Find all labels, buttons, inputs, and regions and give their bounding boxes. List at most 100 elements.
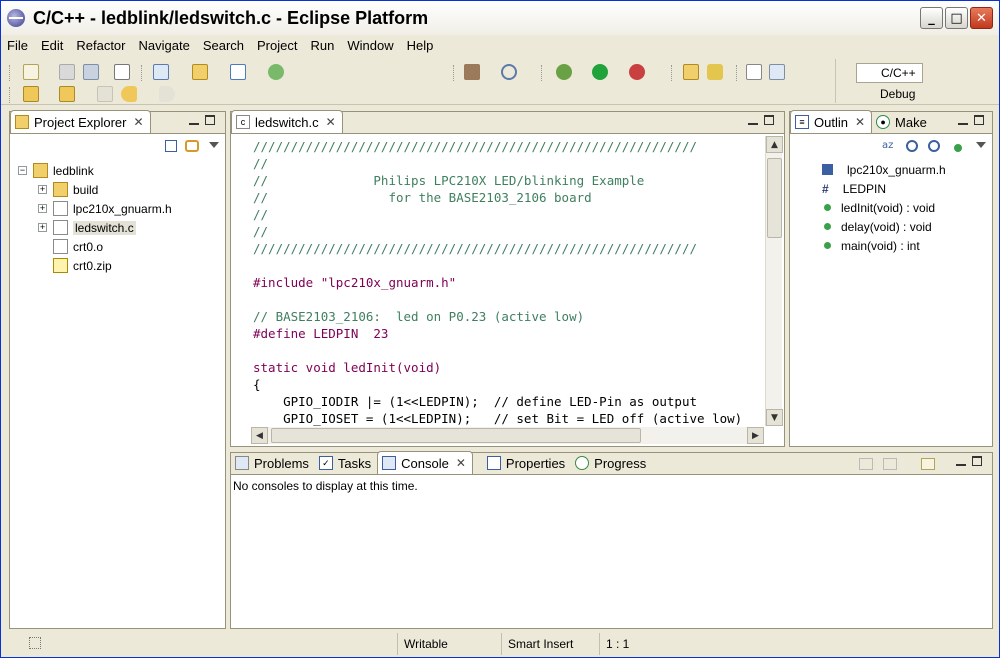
previous-annotation-icon[interactable]: [59, 86, 75, 102]
maximize-view-icon[interactable]: [764, 115, 774, 125]
new-icon[interactable]: [23, 64, 39, 80]
collapse-toggle-icon[interactable]: −: [18, 166, 27, 175]
menu-edit[interactable]: Edit: [41, 38, 63, 53]
close-icon[interactable]: ✕: [855, 115, 865, 129]
outline-item-function[interactable]: delay(void) : void: [824, 217, 932, 236]
menu-file[interactable]: File: [7, 38, 28, 53]
menu-run[interactable]: Run: [310, 38, 334, 53]
target-icon[interactable]: [501, 64, 517, 80]
view-menu-icon[interactable]: [209, 142, 219, 148]
open-type-icon[interactable]: [683, 64, 699, 80]
menu-navigate[interactable]: Navigate: [139, 38, 190, 53]
external-tools-icon[interactable]: [629, 64, 645, 80]
tab-problems[interactable]: Problems: [231, 452, 315, 474]
perspective-debug[interactable]: Debug: [856, 85, 921, 103]
console-icon: [382, 456, 397, 470]
close-icon[interactable]: ✕: [456, 456, 466, 470]
editor-vertical-scrollbar[interactable]: ▲ ▼: [765, 136, 783, 426]
maximize-view-icon[interactable]: [972, 456, 982, 466]
link-editor-icon[interactable]: [185, 140, 199, 152]
minimize-view-icon[interactable]: [748, 115, 758, 125]
expand-toggle-icon[interactable]: +: [38, 185, 47, 194]
minimize-view-icon[interactable]: [956, 456, 966, 466]
scroll-down-icon[interactable]: ▼: [766, 409, 783, 426]
tab-console[interactable]: Console ✕: [377, 451, 473, 474]
scroll-right-icon[interactable]: ▶: [747, 427, 764, 444]
save-icon[interactable]: [59, 64, 75, 80]
maximize-view-icon[interactable]: [974, 115, 984, 125]
outline-item-include[interactable]: lpc210x_gnuarm.h: [822, 160, 946, 179]
toggle-mark-icon[interactable]: [769, 64, 785, 80]
perspective-cpp[interactable]: C/C++: [856, 63, 923, 83]
hide-static-icon[interactable]: [928, 140, 940, 152]
menu-project[interactable]: Project: [257, 38, 297, 53]
scroll-thumb[interactable]: [767, 158, 782, 238]
tab-ledswitch-c[interactable]: c ledswitch.c ✕: [231, 110, 343, 133]
outline-item-function[interactable]: main(void) : int: [824, 236, 920, 255]
outline-item-function[interactable]: ledInit(void) : void: [824, 198, 935, 217]
new-project-icon[interactable]: [153, 64, 169, 80]
minimize-view-icon[interactable]: [189, 115, 199, 125]
tree-item-lpc210x-gnuarm-h[interactable]: + lpc210x_gnuarm.h: [38, 199, 172, 218]
collapse-all-icon[interactable]: [165, 140, 177, 152]
minimize-button[interactable]: _: [920, 7, 943, 29]
hide-fields-icon[interactable]: [906, 140, 918, 152]
tree-item-build[interactable]: + build: [38, 180, 98, 199]
tasks-icon: ✓: [318, 456, 333, 470]
view-menu-icon[interactable]: [976, 142, 986, 148]
close-icon[interactable]: ✕: [326, 115, 336, 129]
expand-toggle-icon[interactable]: +: [38, 223, 47, 232]
tab-make[interactable]: ● Make: [872, 111, 933, 133]
code-editor[interactable]: ////////////////////////////////////////…: [251, 138, 751, 428]
run-icon[interactable]: [592, 64, 608, 80]
status-bar: Writable Smart Insert 1 : 1: [1, 631, 999, 657]
scroll-thumb[interactable]: [271, 428, 641, 443]
close-button[interactable]: ✕: [970, 7, 993, 29]
tab-tasks[interactable]: ✓ Tasks: [315, 452, 377, 474]
static-function-icon: [824, 204, 831, 211]
tree-item-crt0-o[interactable]: crt0.o: [53, 237, 103, 256]
expand-toggle-icon[interactable]: +: [38, 204, 47, 213]
menu-refactor[interactable]: Refactor: [76, 38, 125, 53]
print-icon[interactable]: [83, 64, 99, 80]
menu-help[interactable]: Help: [407, 38, 434, 53]
menu-window[interactable]: Window: [347, 38, 393, 53]
hide-nonpublic-icon[interactable]: [954, 144, 962, 152]
next-annotation-icon[interactable]: [23, 86, 39, 102]
search-icon[interactable]: [707, 64, 723, 80]
scroll-up-icon[interactable]: ▲: [766, 136, 783, 153]
tab-outline[interactable]: ≡ Outlin ✕: [790, 110, 873, 133]
minimize-view-icon[interactable]: [958, 115, 968, 125]
sort-icon[interactable]: az: [882, 140, 896, 154]
outline-item-label: lpc210x_gnuarm.h: [847, 162, 946, 177]
debug-bug-icon[interactable]: [556, 64, 572, 80]
tree-item-ledswitch-c[interactable]: + ledswitch.c: [38, 218, 136, 237]
refresh-icon[interactable]: [268, 64, 284, 80]
folder-tree-icon: [15, 115, 29, 129]
title-bar: C/C++ - ledblink/ledswitch.c - Eclipse P…: [1, 1, 999, 35]
maximize-button[interactable]: □: [945, 7, 968, 29]
fast-view-icon[interactable]: [29, 637, 41, 649]
build-hammer-icon[interactable]: [464, 64, 480, 80]
new-class-icon[interactable]: [230, 64, 246, 80]
new-folder-icon[interactable]: [192, 64, 208, 80]
code-line: //: [253, 224, 269, 239]
binary-icon[interactable]: [114, 64, 130, 80]
tab-properties[interactable]: Properties: [483, 452, 571, 474]
close-icon[interactable]: ✕: [133, 115, 143, 129]
maximize-view-icon[interactable]: [205, 115, 215, 125]
menu-search[interactable]: Search: [203, 38, 244, 53]
editor-horizontal-scrollbar[interactable]: ◀ ▶: [251, 427, 764, 444]
tab-project-explorer-label: Project Explorer: [34, 114, 127, 130]
show-whitespace-icon[interactable]: [746, 64, 762, 80]
tree-item-crt0-zip[interactable]: crt0.zip: [53, 256, 112, 275]
tab-progress[interactable]: Progress: [571, 452, 652, 474]
back-icon[interactable]: [121, 86, 137, 102]
outline-item-macro[interactable]: # LEDPIN: [822, 179, 886, 198]
tree-item-ledblink[interactable]: − ledblink: [18, 161, 94, 180]
problems-icon: [235, 456, 249, 470]
scroll-left-icon[interactable]: ◀: [251, 427, 268, 444]
tab-project-explorer[interactable]: Project Explorer ✕: [10, 110, 151, 133]
open-console-icon[interactable]: [921, 458, 935, 470]
static-function-icon: [824, 223, 831, 230]
